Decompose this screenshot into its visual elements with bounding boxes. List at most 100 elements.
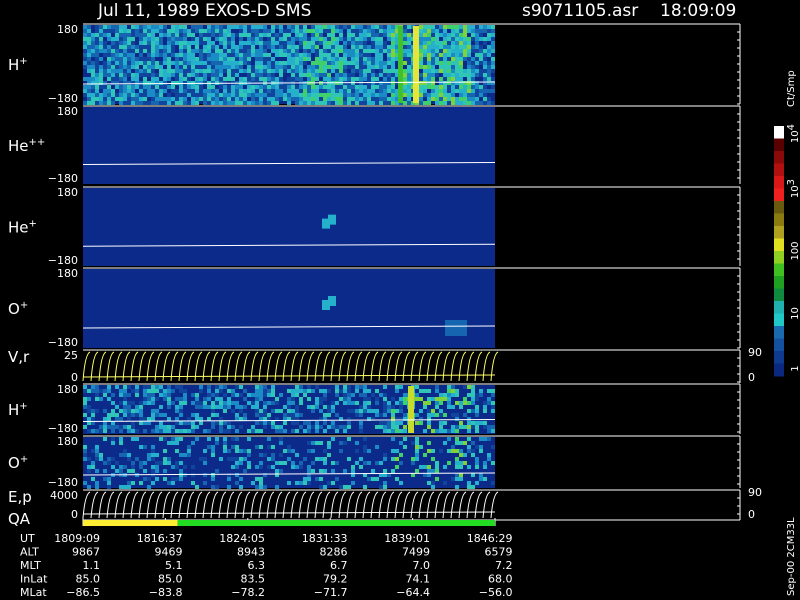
spectrogram-cell (427, 97, 431, 101)
spectrogram-cell (159, 65, 163, 69)
spectrogram-cell (99, 93, 103, 97)
spectrogram-cell (491, 393, 495, 397)
spectrogram-cell (251, 77, 255, 81)
spectrogram-cell (231, 465, 235, 469)
spectrogram-cell (143, 461, 147, 465)
spectrogram-cell (387, 69, 391, 73)
spectrogram-cell (99, 85, 103, 89)
spectrogram-cell (179, 97, 183, 101)
spectrogram-cell (107, 101, 111, 105)
spectrogram-cell (331, 461, 335, 465)
spectrogram-cell (331, 65, 335, 69)
spectrogram-cell (343, 73, 347, 77)
spectrogram-cell (467, 73, 471, 77)
spectrogram-cell (243, 469, 247, 473)
spectrogram-cell (451, 85, 455, 89)
spectrogram-cell (207, 57, 211, 61)
spectrogram-cell (343, 57, 347, 61)
spectrogram-cell (247, 69, 251, 73)
spectrogram-cell (483, 465, 487, 469)
spectrogram-cell (475, 49, 479, 53)
spectrogram-cell (123, 485, 127, 489)
spectrogram-cell (275, 37, 279, 41)
spectrogram-cell (383, 393, 387, 397)
spectrogram-cell (271, 445, 275, 449)
spectrogram-cell (307, 465, 311, 469)
spectrogram-cell (327, 73, 331, 77)
spectrogram-cell (431, 397, 435, 401)
spectrogram-cell (155, 37, 159, 41)
spectrogram-cell (375, 89, 379, 93)
spectrogram-cell (243, 89, 247, 93)
spectrogram-cell (275, 33, 279, 37)
spectrogram-cell (299, 37, 303, 41)
spectrogram-cell (327, 413, 331, 417)
spectrogram-cell (143, 73, 147, 77)
spectrogram-cell (487, 437, 491, 441)
spectrogram-cell (123, 73, 127, 77)
spectrogram-cell (147, 61, 151, 65)
spectrogram-cell (143, 401, 147, 405)
spectrogram-cell (295, 85, 299, 89)
spectrogram-cell (471, 89, 475, 93)
spectrogram-cell (431, 81, 435, 85)
spectrogram-cell (335, 393, 339, 397)
spectrogram-cell (287, 25, 291, 29)
spectrogram-cell (311, 41, 315, 45)
spectrogram-cell (143, 57, 147, 61)
spectrogram-cell (367, 77, 371, 81)
spectrogram-cell (139, 405, 143, 409)
spectrogram-cell (435, 61, 439, 65)
spectrogram-cell (175, 101, 179, 105)
spectrogram-cell (195, 29, 199, 33)
spectrogram-cell (195, 69, 199, 73)
spectrogram-cell (411, 457, 415, 461)
spectrogram-cell (331, 53, 335, 57)
spectrogram-cell (287, 97, 291, 101)
spectrogram-cell (111, 77, 115, 81)
spectrogram-cell (119, 393, 123, 397)
spectrogram-cell (451, 49, 455, 53)
spectrogram-cell (331, 85, 335, 89)
spectrogram-cell (439, 77, 443, 81)
spectrogram-cell (435, 33, 439, 37)
spectrogram-cell (211, 57, 215, 61)
spectrogram-cell (179, 409, 183, 413)
spectrogram-cell (347, 97, 351, 101)
spectrogram-cell (307, 469, 311, 473)
spectrogram-cell (215, 97, 219, 101)
spectrogram-cell (335, 77, 339, 81)
spectrogram-cell (407, 25, 411, 29)
spectrogram-cell (175, 429, 179, 433)
spectrogram-cell (231, 89, 235, 93)
spectrogram-cell (227, 93, 231, 97)
spectrogram-cell (307, 37, 311, 41)
spectrogram-cell (435, 389, 439, 393)
spectrogram-cell (283, 89, 287, 93)
spectrogram-cell (119, 97, 123, 101)
spectrogram-cell (291, 49, 295, 53)
spectrogram-cell (119, 453, 123, 457)
spectrogram-cell (267, 93, 271, 97)
spectrogram-cell (163, 53, 167, 57)
spectrogram-cell (459, 57, 463, 61)
spectrogram-cell (191, 65, 195, 69)
spectrogram-cell (223, 77, 227, 81)
spectrogram-cell (171, 25, 175, 29)
spectrogram-cell (431, 49, 435, 53)
spectrogram-cell (311, 33, 315, 37)
spectrogram-cell (103, 437, 107, 441)
spectrogram-cell (231, 57, 235, 61)
spectrogram-cell (119, 65, 123, 69)
right-axis-min: 0 (748, 508, 755, 521)
spectrogram-cell (303, 481, 307, 485)
spectrogram-cell (483, 65, 487, 69)
spectrogram-cell (391, 469, 395, 473)
spectrogram-cell (359, 93, 363, 97)
spectrogram-cell (159, 25, 163, 29)
spectrogram-cell (87, 409, 91, 413)
spectrogram-cell (351, 465, 355, 469)
spectrogram-cell (447, 97, 451, 101)
spectrogram-cell (379, 33, 383, 37)
spectrogram-cell (95, 61, 99, 65)
